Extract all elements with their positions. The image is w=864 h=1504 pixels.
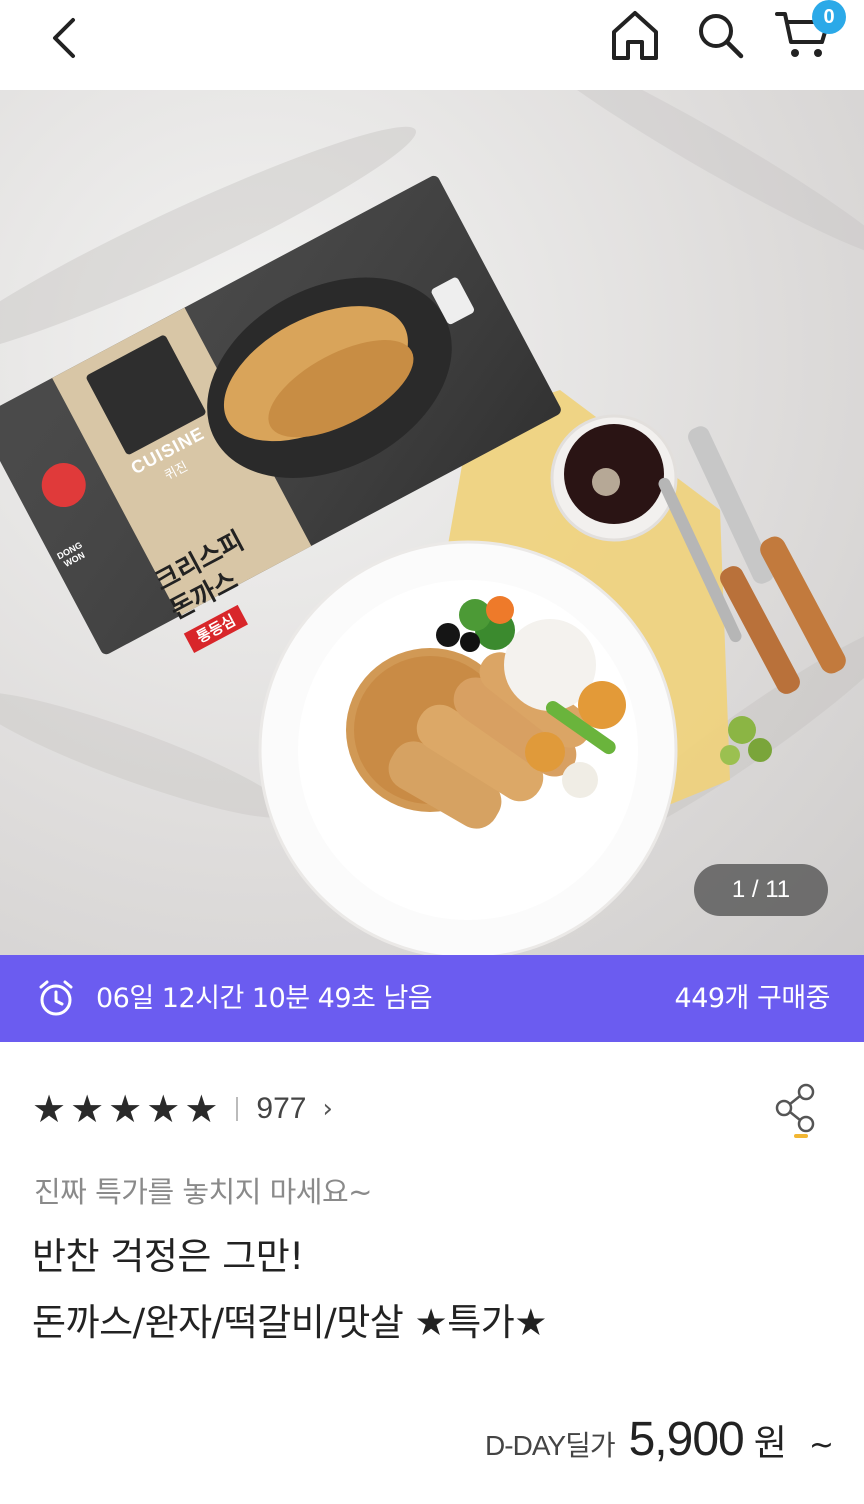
product-title-line1: 반찬 걱정은 그만!: [32, 1235, 304, 1278]
buying-count: 449개 구매중: [674, 983, 831, 1014]
price-suffix: ~: [808, 1428, 834, 1463]
divider: [236, 1097, 239, 1121]
home-icon: [612, 11, 658, 60]
star-icon: ★: [70, 1087, 105, 1131]
product-title-line2: 돈까스/완자/떡갈비/맛살 ★특가★: [32, 1301, 547, 1344]
search-button[interactable]: [688, 5, 752, 65]
star-icon: ★: [184, 1087, 219, 1131]
price-label: D-DAY딜가: [485, 1430, 616, 1461]
image-counter: 1 / 11: [694, 864, 828, 916]
star-icon: ★: [32, 1087, 67, 1131]
cart-count-badge: 0: [812, 0, 846, 34]
chevron-left-icon: [53, 18, 75, 58]
rating-row[interactable]: ★ ★ ★ ★ ★ 977 ›: [32, 1086, 333, 1132]
price-unit: 원: [753, 1423, 787, 1464]
chevron-right-icon[interactable]: ›: [322, 1086, 332, 1132]
countdown-text: 06일 12시간 10분 49초 남음: [96, 983, 433, 1014]
cart-button[interactable]: 0: [768, 0, 846, 70]
star-rating: ★ ★ ★ ★ ★: [32, 1086, 218, 1132]
share-icon: [775, 1083, 815, 1138]
deal-timer-bar: 06일 12시간 10분 49초 남음 449개 구매중: [0, 955, 864, 1042]
review-count[interactable]: 977: [256, 1086, 306, 1132]
promo-subtitle: 진짜 특가를 놓치지 마세요~: [34, 1175, 372, 1209]
price-value: 5,900: [628, 1413, 745, 1466]
top-header: 0: [0, 0, 864, 90]
back-button[interactable]: [36, 10, 92, 66]
share-button[interactable]: [770, 1080, 822, 1140]
alarm-clock-icon: [39, 980, 73, 1016]
search-icon: [699, 14, 744, 59]
product-photo: [0, 175, 846, 955]
star-icon: ★: [108, 1087, 143, 1131]
price-row: D-DAY딜가 5,900 원 ~: [485, 1412, 834, 1476]
product-image-gallery[interactable]: CUISINE 퀴진 DONG WON 크리스피 돈까스 통등심 1 / 11: [0, 90, 864, 955]
home-button[interactable]: [603, 5, 667, 65]
star-icon: ★: [146, 1087, 181, 1131]
